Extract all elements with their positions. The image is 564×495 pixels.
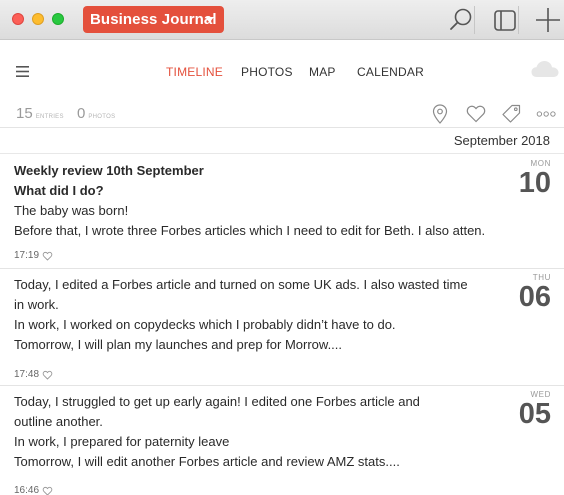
entry-preview: Today, I struggled to get up early again… [14,392,484,472]
month-section-header: September 2018 [0,128,564,154]
photos-count: 0 PHOTOS [77,105,116,122]
plus-icon[interactable] [534,6,562,34]
entry-title: Weekly review 10th September [14,163,204,178]
entry-meta: 17:19 [14,250,53,261]
entry-preview: Today, I edited a Forbes article and tur… [14,275,484,355]
entry-day-number: 05 [518,398,551,430]
journal-entry[interactable]: Weekly review 10th September What did I … [0,155,564,269]
title-bar: Business Journal [0,0,564,40]
entry-text-line: Tomorrow, I will edit another Forbes art… [14,454,400,469]
window-minimize-button[interactable] [32,13,44,25]
entry-text-line: Today, I struggled to get up early again… [14,394,420,409]
tab-timeline[interactable]: TIMELINE [166,65,223,79]
tab-photos[interactable]: PHOTOS [241,65,293,79]
entry-time: 17:19 [14,250,40,261]
journal-entry[interactable]: Today, I edited a Forbes article and tur… [0,269,564,386]
entries-count: 15 ENTRIES [16,105,64,122]
tab-calendar[interactable]: CALENDAR [357,65,424,79]
heart-outline-icon[interactable] [42,486,53,495]
month-label: September 2018 [453,133,550,148]
journal-entry[interactable]: Today, I struggled to get up early again… [0,386,564,495]
entry-text-line: Tomorrow, I will plan my launches and pr… [14,337,343,352]
caret-down-icon [205,17,214,23]
entry-text-line: Before that, I wrote three Forbes articl… [14,223,484,238]
entry-text-line: outline another. [14,414,103,429]
entry-day-number: 06 [518,281,551,313]
entry-date: WED 05 [519,390,551,429]
entry-heading: What did I do? [14,183,104,198]
journal-selector-button[interactable]: Business Journal [83,6,224,33]
heart-icon[interactable] [465,103,487,125]
window-maximize-button[interactable] [52,13,64,25]
more-options-icon[interactable] [536,103,558,125]
tab-map[interactable]: MAP [309,65,336,79]
entry-text-line: In work, I worked on copydecks which I p… [14,317,396,332]
entry-time: 17:48 [14,369,40,380]
entry-date: MON 10 [519,159,551,198]
entry-preview: Weekly review 10th September What did I … [14,161,484,241]
search-icon[interactable] [448,6,476,34]
cloud-sync-icon[interactable] [531,60,559,78]
entry-day-number: 10 [518,167,551,199]
window-close-button[interactable] [12,13,24,25]
location-pin-icon[interactable] [429,103,451,125]
entry-text-line: in work. [14,297,59,312]
entry-meta: 16:46 [14,485,53,495]
entry-text-line: In work, I prepared for paternity leave [14,434,230,449]
heart-outline-icon[interactable] [42,370,53,380]
hamburger-menu-icon[interactable] [16,66,29,77]
entry-meta: 17:48 [14,369,53,380]
entry-date: THU 06 [519,273,551,312]
entry-time: 16:46 [14,485,40,495]
journal-name: Business Journal [90,11,217,28]
view-navigation: TIMELINE PHOTOS MAP CALENDAR [0,41,564,99]
stats-bar: 15 ENTRIES 0 PHOTOS [0,99,564,128]
entry-text-line: The baby was born! [14,203,129,218]
entry-text-line: Today, I edited a Forbes article and tur… [14,277,468,292]
sidebar-toggle-icon[interactable] [491,6,519,34]
heart-outline-icon[interactable] [42,251,53,261]
tag-icon[interactable] [500,103,522,125]
